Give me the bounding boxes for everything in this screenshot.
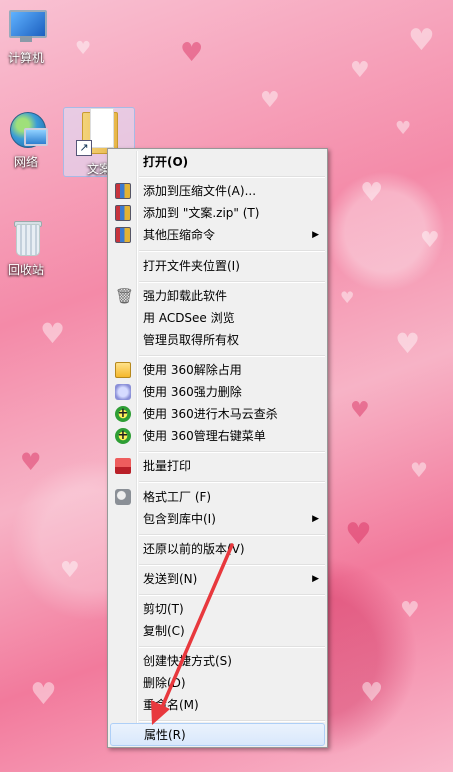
annotation-arrow [151,543,234,725]
